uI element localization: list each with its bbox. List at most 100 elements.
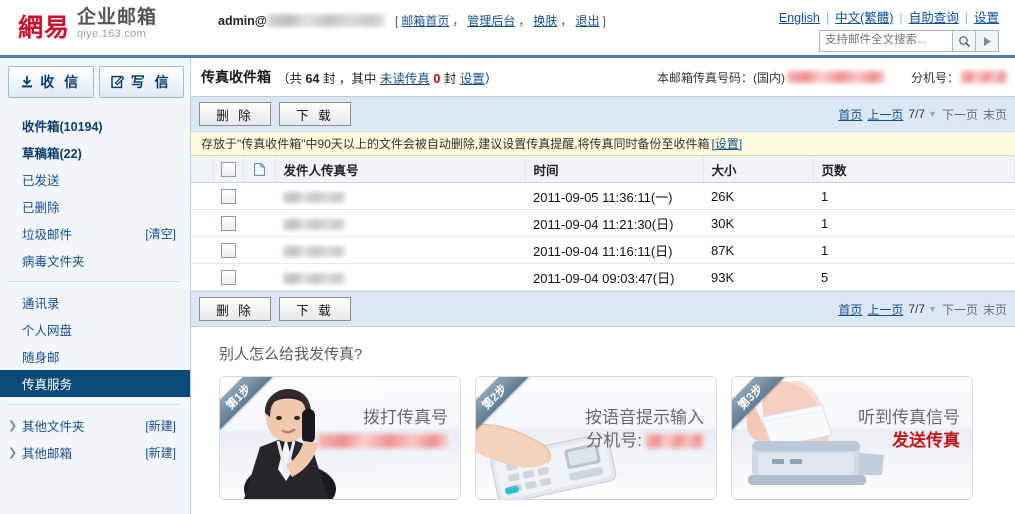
promo-card-step2: 第2步 按语音提示输入 分机号: [475, 376, 717, 500]
th-pages[interactable]: 页数 [813, 156, 1015, 183]
row-sender[interactable] [275, 182, 525, 210]
link-traditional-chinese[interactable]: 中文(繁體) [835, 11, 893, 25]
delete-button-bottom[interactable]: 删 除 [199, 297, 271, 321]
link-self-service[interactable]: 自助查询 [909, 11, 959, 25]
row-select-cell[interactable] [213, 263, 243, 291]
promo-card-text: 听到传真信号 发送传真 [858, 407, 960, 453]
pager-first-page[interactable]: 首页 [838, 106, 862, 123]
row-time: 2011-09-04 09:03:47(日) [525, 263, 703, 291]
sidebar-item-personal-disk[interactable]: 个人网盘 [0, 316, 190, 343]
table-row[interactable]: 2011-09-04 11:16:11(日) 87K 1 [191, 236, 1015, 264]
pagination-top: 首页 上一页 7/7 ▼ 下一页 末页 [838, 106, 1007, 123]
row-select-cell[interactable] [213, 209, 243, 237]
sidebar-item-label: 已删除 [22, 201, 60, 215]
delete-button[interactable]: 删 除 [199, 102, 271, 126]
summary-unit-text: 封 [443, 71, 457, 86]
download-button[interactable]: 下 载 [279, 102, 351, 126]
table-row[interactable]: 2011-09-05 11:36:11(一) 26K 1 [191, 182, 1015, 210]
row-select-cell[interactable] [213, 236, 243, 264]
link-change-skin[interactable]: 换肤 [533, 14, 557, 28]
sidebar-item-label: 收件箱(10194) [22, 120, 103, 134]
th-select-all[interactable] [213, 156, 244, 183]
sidebar-divider-1 [8, 281, 180, 282]
brand-logo[interactable]: 網易 企业邮箱 qiye.163.com [18, 8, 157, 40]
row-checkbox[interactable] [220, 270, 236, 286]
th-time[interactable]: 时间 [525, 156, 704, 183]
sidebar-folders-primary: 收件箱(10194) 草稿箱(22) 已发送 已删除 垃圾邮件 [清空] 病毒文… [0, 106, 190, 274]
pager-next-page: 下一页 [941, 107, 978, 122]
sidebar-item-action-empty-spam[interactable]: [清空] [145, 225, 176, 242]
table-header-row: 发件人传真号 时间 大小 页数 [191, 156, 1015, 183]
unread-fax-link[interactable]: 未读传真 [380, 72, 430, 86]
sidebar-item-inbox[interactable]: 收件箱(10194) [0, 112, 190, 139]
search-input[interactable] [820, 31, 952, 49]
sidebar-item-virus-folder[interactable]: 病毒文件夹 [0, 247, 190, 274]
sidebar-item-action-new-folder[interactable]: [新建] [145, 417, 176, 434]
retention-notice-settings-link[interactable]: [设置] [712, 135, 743, 152]
row-sender[interactable] [275, 263, 525, 291]
promo-card-line2: 发送传真 [892, 430, 960, 450]
promo-card-step1: 第1步 拨打传真号 [219, 376, 461, 500]
extension-value-redacted [961, 71, 1007, 83]
fax-settings-link[interactable]: 设置 [460, 72, 485, 86]
th-sender-fax-number[interactable]: 发件人传真号 [275, 156, 526, 183]
row-spacer [191, 263, 213, 291]
chevron-down-icon[interactable]: ▼ [928, 304, 937, 314]
row-sender[interactable] [275, 209, 525, 237]
row-time: 2011-09-04 11:21:30(日) [525, 209, 703, 237]
sidebar-item-action-new-mailbox[interactable]: [新建] [145, 444, 176, 461]
app-body: 收 信 写 信 收件箱(10194) 草稿箱(22) 已发送 已删除 垃圾邮件 … [0, 58, 1015, 514]
receive-mail-button[interactable]: 收 信 [8, 66, 94, 98]
pager-last-page: 末页 [982, 107, 1007, 122]
sidebar-item-contacts[interactable]: 通讯录 [0, 289, 190, 316]
link-english[interactable]: English [779, 11, 820, 25]
fax-toolbar-bottom: 删 除 下 载 首页 上一页 7/7 ▼ 下一页 末页 [191, 291, 1015, 327]
download-inbox-icon [22, 76, 33, 88]
row-checkbox[interactable] [220, 189, 236, 205]
logo-product-name: 企业邮箱 [77, 7, 158, 28]
th-size[interactable]: 大小 [703, 156, 814, 183]
table-row[interactable]: 2011-09-04 11:21:30(日) 30K 1 [191, 209, 1015, 237]
pager-prev-page-bottom[interactable]: 上一页 [867, 301, 903, 318]
pager-prev-page[interactable]: 上一页 [867, 106, 903, 123]
sender-fax-redacted [283, 272, 345, 284]
compose-mail-button[interactable]: 写 信 [98, 66, 184, 98]
link-admin-console[interactable]: 管理后台 [467, 14, 515, 28]
top-utility-links: English | 中文(繁體) | 自助查询 | 设置 [778, 11, 999, 25]
fax-inbox-header: 传真收件箱 （共 64 封 ，其中 未读传真 0 封 设置） 本邮箱传真号码：(… [191, 58, 1015, 97]
download-button-bottom[interactable]: 下 载 [279, 297, 351, 321]
sidebar-item-drafts[interactable]: 草稿箱(22) [0, 139, 190, 166]
search-options-button[interactable] [975, 31, 998, 51]
promo-card-line1: 按语音提示输入 [585, 408, 704, 427]
promo-card-text: 拨打传真号 [318, 407, 448, 448]
receive-mail-label: 收 信 [40, 74, 82, 90]
sidebar-actions: 收 信 写 信 [0, 58, 190, 106]
row-checkbox[interactable] [220, 243, 236, 259]
row-checkbox[interactable] [220, 216, 236, 232]
row-size: 93K [703, 263, 813, 291]
link-logout[interactable]: 退出 [575, 14, 599, 28]
row-sender[interactable] [275, 236, 525, 264]
extension-label: 分机号： [910, 70, 959, 85]
select-all-checkbox[interactable] [220, 161, 236, 177]
sidebar-folders-secondary: 通讯录 个人网盘 随身邮 传真服务 [0, 289, 190, 397]
page-title: 传真收件箱 [201, 69, 271, 85]
search-box[interactable] [819, 30, 999, 52]
row-select-cell[interactable] [213, 182, 243, 210]
search-button[interactable] [952, 31, 975, 51]
link-settings[interactable]: 设置 [974, 11, 999, 25]
sidebar-item-other-folders[interactable]: ❯ 其他文件夹 [新建] [0, 412, 190, 439]
sidebar-item-sent[interactable]: 已发送 [0, 166, 190, 193]
sidebar-item-other-mailboxes[interactable]: ❯ 其他邮箱 [新建] [0, 439, 190, 466]
sidebar-item-mobile-mail[interactable]: 随身邮 [0, 343, 190, 370]
table-row[interactable]: 2011-09-04 09:03:47(日) 93K 5 [191, 263, 1015, 291]
chevron-right-icon: ❯ [8, 420, 18, 432]
account-bar: admin@ [邮箱首页，管理后台，换肤，退出] [218, 12, 608, 29]
sidebar-item-fax-service[interactable]: 传真服务 [0, 370, 190, 397]
sidebar-item-spam[interactable]: 垃圾邮件 [清空] [0, 220, 190, 247]
sidebar-item-deleted[interactable]: 已删除 [0, 193, 190, 220]
chevron-down-icon[interactable]: ▼ [928, 109, 937, 119]
pager-first-page-bottom[interactable]: 首页 [838, 301, 862, 318]
link-mail-home[interactable]: 邮箱首页 [401, 14, 449, 28]
pager-current-page-bottom: 7/7 [908, 302, 926, 316]
